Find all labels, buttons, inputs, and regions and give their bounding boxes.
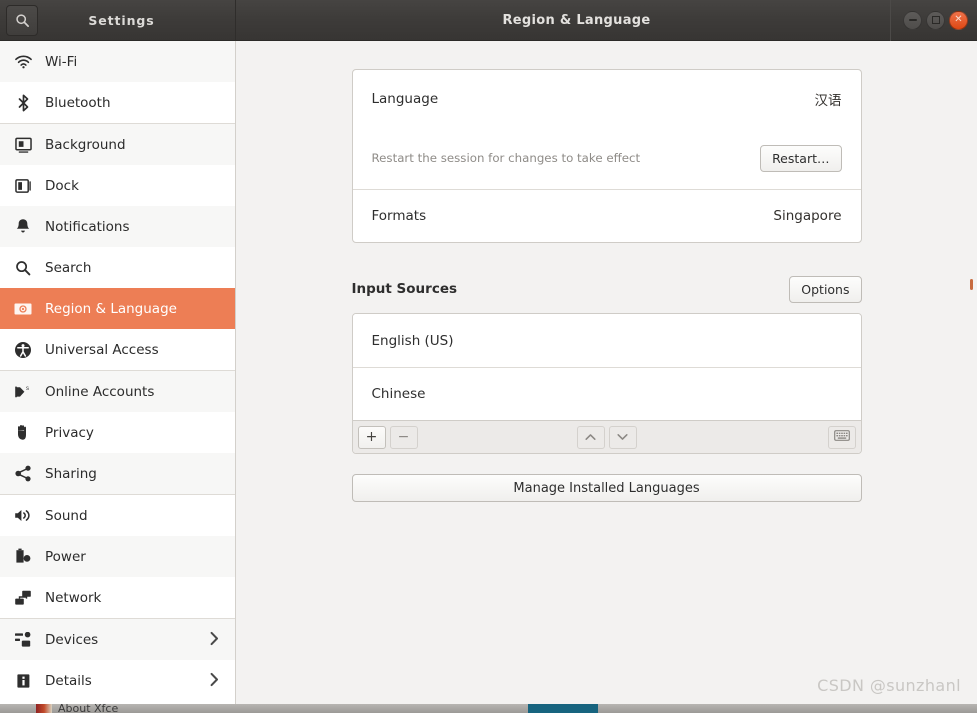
move-up-button[interactable] <box>576 425 605 449</box>
sidebar-item-label: Bluetooth <box>45 94 111 111</box>
sidebar-item-label: Details <box>45 672 92 689</box>
accessibility-icon <box>10 340 36 360</box>
sidebar-item-label: Online Accounts <box>45 383 155 400</box>
devices-icon <box>10 630 36 650</box>
sidebar-item-dock[interactable]: Dock <box>0 165 235 206</box>
titlebar-main-section: Region & Language ✕ <box>236 0 977 41</box>
search-button[interactable] <box>6 4 38 36</box>
input-sources-title: Input Sources <box>351 281 458 297</box>
chevron-right-icon <box>210 630 219 649</box>
sidebar-item-label: Universal Access <box>45 341 159 358</box>
show-keyboard-layout-button[interactable] <box>827 425 856 449</box>
sidebar: Wi-Fi Bluetooth Background Dock Notifica… <box>0 41 236 713</box>
sidebar-item-privacy[interactable]: Privacy <box>0 412 235 453</box>
taskbar-app-icon <box>36 704 52 713</box>
chevron-right-icon <box>210 671 219 690</box>
window-title: Region & Language <box>502 12 651 28</box>
sidebar-item-label: Privacy <box>45 424 94 441</box>
sidebar-item-label: Sharing <box>45 465 97 482</box>
formats-label: Formats <box>371 208 427 224</box>
options-button[interactable]: Options <box>789 275 862 303</box>
sidebar-item-sound[interactable]: Sound <box>0 495 235 536</box>
sidebar-item-wifi[interactable]: Wi-Fi <box>0 41 235 82</box>
wifi-icon <box>10 52 36 72</box>
sidebar-item-background[interactable]: Background <box>0 124 235 165</box>
maximize-button[interactable] <box>926 10 945 30</box>
restart-row: Restart the session for changes to take … <box>353 127 861 189</box>
share-icon <box>10 464 36 484</box>
background-icon <box>10 135 36 155</box>
list-item[interactable]: Chinese <box>352 367 861 420</box>
remove-input-source-button[interactable]: − <box>389 425 418 449</box>
taskbar-app-label[interactable]: About Xfce <box>58 704 118 713</box>
chevron-up-icon <box>585 430 596 444</box>
minimize-button[interactable] <box>903 10 922 30</box>
formats-value: Singapore <box>773 208 842 224</box>
taskbar-active-window[interactable] <box>528 704 598 713</box>
formats-row[interactable]: Formats Singapore <box>352 189 861 242</box>
titlebar: Settings Region & Language ✕ <box>0 0 977 41</box>
sidebar-item-label: Power <box>45 548 86 565</box>
restart-note: Restart the session for changes to take … <box>371 151 641 165</box>
sidebar-item-label: Devices <box>45 631 99 648</box>
settings-window: Settings Region & Language ✕ Wi-Fi Bluet… <box>0 0 977 713</box>
move-down-button[interactable] <box>608 425 637 449</box>
sidebar-item-bluetooth[interactable]: Bluetooth <box>0 82 235 123</box>
close-button[interactable]: ✕ <box>949 10 968 30</box>
sidebar-item-label: Search <box>45 259 92 276</box>
input-sources-card: English (US) Chinese + − <box>351 313 862 454</box>
list-item[interactable]: English (US) <box>352 314 861 367</box>
desktop-taskbar: About Xfce <box>0 704 977 713</box>
sidebar-item-details[interactable]: Details <box>0 660 235 701</box>
battery-icon <box>10 547 36 567</box>
language-row[interactable]: Language 汉语 <box>353 70 861 127</box>
sidebar-item-devices[interactable]: Devices <box>0 619 235 660</box>
speaker-icon <box>10 506 36 526</box>
search-icon <box>10 258 36 278</box>
bell-icon <box>10 217 36 237</box>
hand-icon <box>10 423 36 443</box>
sidebar-item-network[interactable]: Network <box>0 577 235 618</box>
online-accounts-icon: s <box>10 382 36 402</box>
sidebar-item-sharing[interactable]: Sharing <box>0 453 235 494</box>
language-card: Language 汉语 Restart the session for chan… <box>351 69 862 243</box>
restart-button[interactable]: Restart… <box>760 144 842 172</box>
sidebar-item-label: Sound <box>45 507 88 524</box>
sidebar-item-universal-access[interactable]: Universal Access <box>0 329 235 370</box>
dock-icon <box>10 176 36 196</box>
manage-installed-languages-button[interactable]: Manage Installed Languages <box>351 474 862 502</box>
sidebar-item-online-accounts[interactable]: s Online Accounts <box>0 371 235 412</box>
sidebar-item-label: Dock <box>45 177 79 194</box>
input-sources-toolbar: + − <box>352 420 861 453</box>
language-value: 汉语 <box>814 92 842 109</box>
sidebar-item-search[interactable]: Search <box>0 247 235 288</box>
scrollbar-thumb[interactable] <box>970 279 973 290</box>
network-icon <box>10 588 36 608</box>
sidebar-item-label: Region & Language <box>45 300 177 317</box>
sidebar-item-label: Wi-Fi <box>45 53 78 70</box>
maximize-icon <box>931 16 940 24</box>
search-icon <box>15 13 30 28</box>
sidebar-item-notifications[interactable]: Notifications <box>0 206 235 247</box>
window-body: Wi-Fi Bluetooth Background Dock Notifica… <box>0 41 977 713</box>
sidebar-item-label: Background <box>45 136 126 153</box>
sidebar-item-region-and-language[interactable]: Region & Language <box>0 288 235 329</box>
keyboard-icon <box>833 430 850 444</box>
info-icon <box>10 671 36 691</box>
sidebar-item-label: Network <box>45 589 102 606</box>
flag-icon <box>10 299 36 319</box>
titlebar-sidebar-section: Settings <box>0 0 236 41</box>
language-label: Language <box>371 90 439 107</box>
sidebar-item-label: Notifications <box>45 218 130 235</box>
minimize-icon <box>908 19 917 21</box>
svg-text:s: s <box>26 386 29 392</box>
bluetooth-icon <box>10 93 36 113</box>
window-controls: ✕ <box>890 0 968 41</box>
add-input-source-button[interactable]: + <box>357 425 386 449</box>
close-icon: ✕ <box>954 14 963 25</box>
sidebar-item-power[interactable]: Power <box>0 536 235 577</box>
chevron-down-icon <box>617 430 628 444</box>
content-area: Language 汉语 Restart the session for chan… <box>236 41 977 713</box>
input-sources-header: Input Sources Options <box>352 272 862 306</box>
